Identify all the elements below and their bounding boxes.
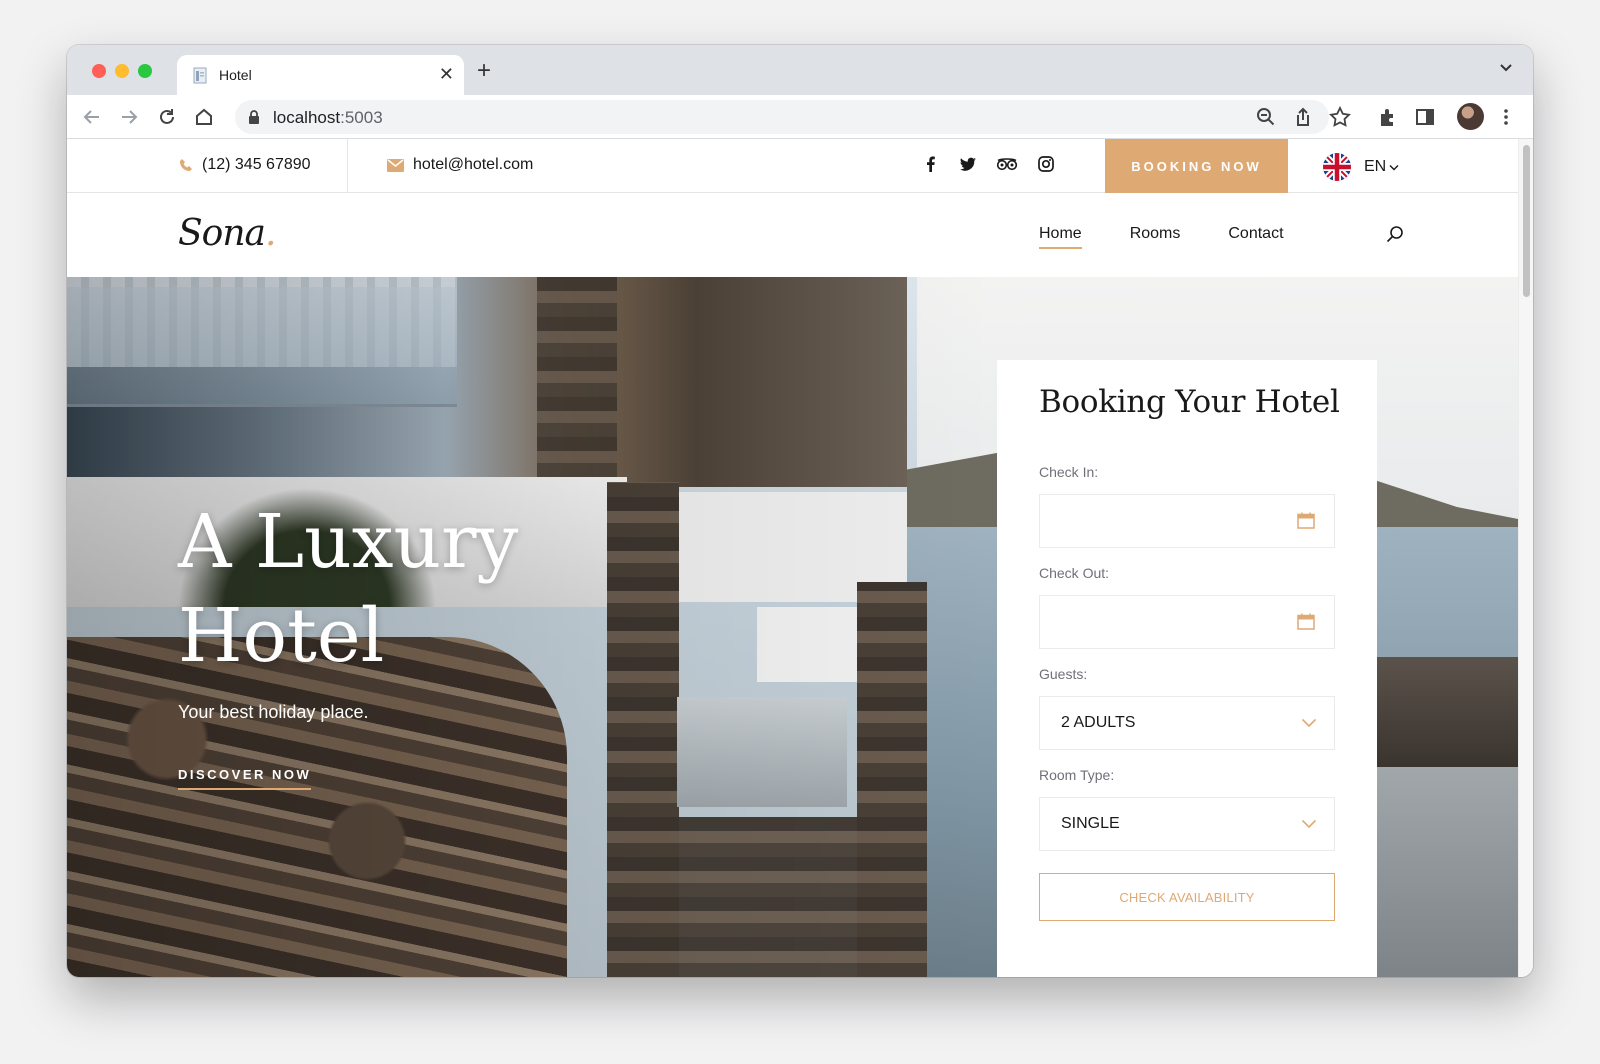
booking-form: Booking Your Hotel Check In: Check Out: … [997, 360, 1377, 977]
phone-icon [180, 159, 192, 171]
zoom-icon[interactable] [1255, 106, 1277, 128]
reload-icon[interactable] [156, 106, 178, 128]
calendar-icon[interactable] [1297, 613, 1315, 630]
minimize-window-button[interactable] [115, 64, 129, 78]
page-scrollbar[interactable] [1518, 139, 1533, 977]
browser-toolbar: localhost:5003 [67, 95, 1533, 139]
home-icon[interactable] [193, 106, 215, 128]
divider [347, 139, 348, 193]
maximize-window-button[interactable] [138, 64, 152, 78]
top-info-bar: (12) 345 67890 hotel@hotel.com BOOKING N… [67, 139, 1518, 193]
chevron-down-icon [1389, 164, 1399, 170]
hero-subtitle: Your best holiday place. [178, 702, 369, 722]
address-bar[interactable]: localhost:5003 [235, 100, 1329, 134]
hero-terrace [1377, 657, 1518, 767]
back-arrow-icon[interactable] [81, 106, 103, 128]
site-logo[interactable]: Sona. [178, 213, 276, 254]
instagram-icon[interactable] [1037, 155, 1055, 173]
extensions-icon[interactable] [1377, 106, 1399, 128]
discover-now-link[interactable]: DISCOVER NOW [178, 767, 312, 790]
phone-contact: (12) 345 67890 [179, 156, 311, 174]
kebab-menu-icon[interactable] [1495, 106, 1517, 128]
language-code: EN [1364, 158, 1387, 175]
nav-rooms[interactable]: Rooms [1130, 225, 1181, 249]
social-links [922, 155, 1055, 173]
document-icon [193, 67, 207, 84]
tab-title: Hotel [219, 67, 252, 83]
new-tab-button[interactable]: + [477, 59, 491, 83]
room-type-value: SINGLE [1061, 815, 1120, 832]
guests-value: 2 ADULTS [1061, 714, 1136, 731]
share-icon[interactable] [1292, 106, 1314, 128]
browser-tab[interactable]: Hotel ✕ [177, 55, 464, 95]
url-host: localhost [273, 108, 341, 127]
booking-title: Booking Your Hotel [1039, 384, 1340, 420]
check-out-input[interactable] [1039, 595, 1335, 649]
uk-flag-icon [1323, 153, 1351, 181]
check-in-label: Check In: [1039, 464, 1099, 480]
calendar-icon[interactable] [1297, 512, 1315, 529]
hero-title: A Luxury Hotel [178, 495, 518, 683]
phone-number: (12) 345 67890 [202, 156, 311, 173]
lock-icon[interactable] [248, 110, 260, 124]
tab-search-chevron-icon[interactable] [1499, 63, 1513, 73]
close-tab-icon[interactable]: ✕ [439, 64, 454, 84]
nav-contact[interactable]: Contact [1228, 225, 1283, 249]
url-text[interactable]: localhost:5003 [273, 108, 383, 128]
logo-text: Sona [178, 213, 266, 254]
envelope-icon [387, 158, 404, 172]
main-nav: Home Rooms Contact [1039, 225, 1284, 249]
facebook-icon[interactable] [922, 155, 940, 173]
scrollbar-thumb[interactable] [1523, 145, 1530, 297]
chevron-down-icon [1301, 819, 1317, 829]
guests-select[interactable]: 2 ADULTS [1039, 696, 1335, 750]
nav-home[interactable]: Home [1039, 225, 1082, 249]
tab-bar: Hotel ✕ + [67, 45, 1533, 95]
bookmark-star-icon[interactable] [1329, 106, 1351, 128]
browser-window: Hotel ✕ + localhost:5003 (12) 345 67890 [67, 45, 1533, 977]
check-availability-button[interactable]: CHECK AVAILABILITY [1039, 873, 1335, 921]
hero-title-line2: Hotel [178, 593, 385, 679]
logo-dot: . [264, 213, 276, 254]
email-address: hotel@hotel.com [413, 156, 534, 173]
tripadvisor-icon[interactable] [996, 155, 1018, 173]
forward-arrow-icon[interactable] [118, 106, 140, 128]
check-in-input[interactable] [1039, 494, 1335, 548]
close-window-button[interactable] [92, 64, 106, 78]
hero-section: A Luxury Hotel Your best holiday place. … [67, 277, 1518, 977]
room-type-select[interactable]: SINGLE [1039, 797, 1335, 851]
email-contact: hotel@hotel.com [387, 156, 533, 174]
hero-title-line1: A Luxury [178, 499, 519, 585]
guests-label: Guests: [1039, 666, 1088, 682]
url-port: :5003 [340, 108, 383, 127]
side-panel-icon[interactable] [1414, 106, 1436, 128]
profile-avatar[interactable] [1457, 103, 1484, 130]
room-type-label: Room Type: [1039, 767, 1115, 783]
language-selector[interactable]: EN [1323, 153, 1399, 181]
check-out-label: Check Out: [1039, 565, 1110, 581]
chevron-down-icon [1301, 718, 1317, 728]
search-icon[interactable] [1385, 225, 1405, 245]
twitter-icon[interactable] [959, 155, 977, 173]
webpage: (12) 345 67890 hotel@hotel.com BOOKING N… [67, 139, 1518, 977]
booking-now-button[interactable]: BOOKING NOW [1105, 139, 1288, 193]
hero-terrace-ground [1377, 767, 1518, 977]
